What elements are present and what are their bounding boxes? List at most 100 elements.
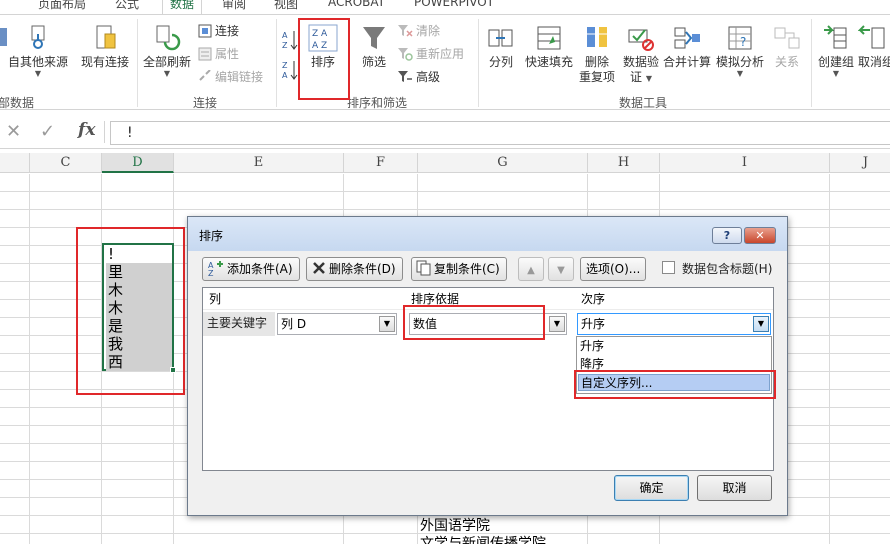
group-label-connections: 连接 bbox=[193, 96, 218, 110]
copy-level-button[interactable]: 复制条件(C) bbox=[411, 257, 507, 281]
move-down-button[interactable]: ▼ bbox=[548, 257, 574, 281]
filter-button[interactable]: 筛选 bbox=[356, 24, 392, 70]
annotation-box-custom-list bbox=[574, 370, 776, 399]
advanced-filter-button[interactable]: 高级 bbox=[397, 70, 440, 84]
column-header-g[interactable]: G bbox=[418, 153, 588, 173]
column-header-d[interactable]: D bbox=[102, 153, 174, 173]
group-button[interactable]: 创建组 ▼ bbox=[816, 24, 856, 78]
sort-za-icon: ZA bbox=[282, 61, 298, 80]
arrow-up-icon: ▲ bbox=[527, 265, 535, 276]
text-to-columns-icon bbox=[488, 29, 513, 47]
group-separator bbox=[478, 19, 479, 107]
add-level-button[interactable]: A Z 添加条件(A) bbox=[202, 257, 300, 281]
data-validation-button[interactable]: 数据验 证 ▼ bbox=[620, 24, 662, 85]
ungroup-button[interactable]: 取消组 bbox=[858, 24, 890, 70]
column-header-b[interactable] bbox=[0, 153, 30, 173]
ungroup-icon bbox=[858, 25, 885, 49]
primary-key-label: 主要关键字 bbox=[203, 312, 275, 336]
ribbon: 自其他来源 ▼ 现有连接 部数据 全部刷新 ▼ 连接 属性 编辑链接 连接 AZ… bbox=[0, 14, 890, 110]
insert-function-icon[interactable]: fx bbox=[78, 120, 95, 140]
dialog-title-bar[interactable]: 排序 ? ✕ bbox=[188, 217, 787, 251]
column-header-j[interactable]: J bbox=[830, 153, 890, 173]
consolidate-button[interactable]: 合并计算 bbox=[662, 24, 712, 70]
close-button[interactable]: ✕ bbox=[744, 227, 776, 244]
svg-text:?: ? bbox=[740, 35, 746, 49]
option-ascending[interactable]: 升序 bbox=[578, 338, 770, 355]
chevron-down-icon[interactable]: ▼ bbox=[379, 316, 395, 332]
sort-ascending-button[interactable]: AZ bbox=[282, 29, 298, 55]
reapply-icon bbox=[398, 48, 413, 61]
flash-fill-button[interactable]: 快速填充 bbox=[523, 24, 575, 70]
column-header-h[interactable]: H bbox=[588, 153, 660, 173]
sort-dialog: 排序 ? ✕ A Z 添加条件(A) 删除条件(D) 复制条件(C) ▲ ▼ 选项(… bbox=[187, 216, 788, 516]
column-select[interactable]: 列 D ▼ bbox=[277, 313, 397, 335]
delete-icon bbox=[313, 262, 325, 274]
formula-input[interactable]: ! bbox=[110, 121, 890, 145]
move-up-button[interactable]: ▲ bbox=[518, 257, 544, 281]
cancel-formula-icon[interactable]: ✕ bbox=[6, 121, 21, 142]
ok-button[interactable]: 确定 bbox=[614, 475, 689, 501]
clear-filter-button[interactable]: 清除 bbox=[397, 24, 440, 38]
tab-page-layout[interactable]: 页面布局 bbox=[38, 0, 86, 12]
existing-connections-button[interactable]: 现有连接 bbox=[78, 24, 132, 70]
column-header-c[interactable]: C bbox=[30, 153, 102, 173]
relationships-icon bbox=[774, 27, 800, 49]
tab-data[interactable]: 数据 bbox=[162, 0, 203, 14]
chevron-down-icon: ▼ bbox=[832, 69, 840, 78]
chevron-down-icon: ▼ bbox=[34, 69, 42, 78]
order-select[interactable]: 升序 ▼ bbox=[577, 313, 771, 335]
formula-bar: ✕ ✓ fx ! bbox=[0, 117, 890, 149]
clear-filter-icon bbox=[398, 25, 413, 37]
cell-text[interactable]: 外国语学院 bbox=[420, 515, 490, 535]
order-header-label: 次序 bbox=[581, 292, 606, 306]
refresh-icon bbox=[156, 25, 181, 51]
dialog-title: 排序 bbox=[199, 229, 224, 243]
help-button[interactable]: ? bbox=[712, 227, 742, 244]
connections-button[interactable]: 连接 bbox=[198, 24, 239, 38]
connections-icon bbox=[198, 24, 212, 38]
options-button[interactable]: 选项(O)... bbox=[580, 257, 647, 281]
column-header-i[interactable]: I bbox=[660, 153, 830, 173]
consolidate-icon bbox=[674, 27, 700, 49]
edit-links-button[interactable]: 编辑链接 bbox=[198, 69, 263, 84]
sort-descending-button[interactable]: ZA bbox=[282, 59, 298, 85]
properties-button[interactable]: 属性 bbox=[198, 47, 239, 61]
group-separator bbox=[137, 19, 138, 107]
data-validation-icon bbox=[628, 29, 654, 51]
filter-funnel-icon bbox=[363, 27, 385, 49]
flash-fill-icon bbox=[537, 26, 561, 50]
group-separator bbox=[811, 19, 812, 107]
tab-acrobat[interactable]: ACROBAT bbox=[328, 0, 385, 9]
column-header-e[interactable]: E bbox=[174, 153, 344, 173]
chevron-down-icon[interactable]: ▼ bbox=[549, 316, 565, 332]
cell-text[interactable]: 文学与新闻传播学院 bbox=[420, 533, 546, 544]
column-header-f[interactable]: F bbox=[344, 153, 418, 173]
svg-text:A: A bbox=[282, 31, 288, 40]
text-to-columns-button[interactable]: 分列 bbox=[484, 24, 518, 70]
tab-review[interactable]: 审阅 bbox=[222, 0, 246, 12]
cancel-button[interactable]: 取消 bbox=[697, 475, 772, 501]
advanced-filter-icon bbox=[398, 71, 412, 82]
tab-powerpivot[interactable]: POWERPIVOT bbox=[414, 0, 494, 9]
what-if-analysis-icon: ? bbox=[728, 26, 752, 50]
headers-checkbox[interactable] bbox=[662, 261, 675, 274]
tab-view[interactable]: 视图 bbox=[274, 0, 298, 12]
reapply-button[interactable]: 重新应用 bbox=[397, 47, 464, 61]
tab-formulas[interactable]: 公式 bbox=[115, 0, 139, 12]
chevron-down-icon[interactable]: ▼ bbox=[753, 316, 769, 332]
chevron-down-icon: ▼ bbox=[163, 69, 171, 78]
from-other-sources-button[interactable]: 自其他来源 ▼ bbox=[6, 24, 70, 78]
relationships-button[interactable]: 关系 bbox=[770, 24, 804, 70]
group-label-sort-filter: 排序和筛选 bbox=[347, 96, 408, 110]
delete-level-button[interactable]: 删除条件(D) bbox=[306, 257, 403, 281]
copy-icon bbox=[416, 260, 431, 276]
sort-az-icon: AZ bbox=[282, 31, 298, 50]
formula-separator bbox=[104, 121, 105, 143]
what-if-analysis-button[interactable]: ? 模拟分析 ▼ bbox=[714, 24, 766, 78]
remove-duplicates-icon bbox=[587, 27, 607, 47]
enter-formula-icon[interactable]: ✓ bbox=[40, 121, 55, 142]
remove-duplicates-button[interactable]: 删除 重复项 bbox=[578, 24, 616, 85]
svg-text:Z: Z bbox=[282, 41, 288, 50]
arrow-down-icon: ▼ bbox=[557, 265, 565, 276]
refresh-all-button[interactable]: 全部刷新 ▼ bbox=[141, 24, 193, 78]
